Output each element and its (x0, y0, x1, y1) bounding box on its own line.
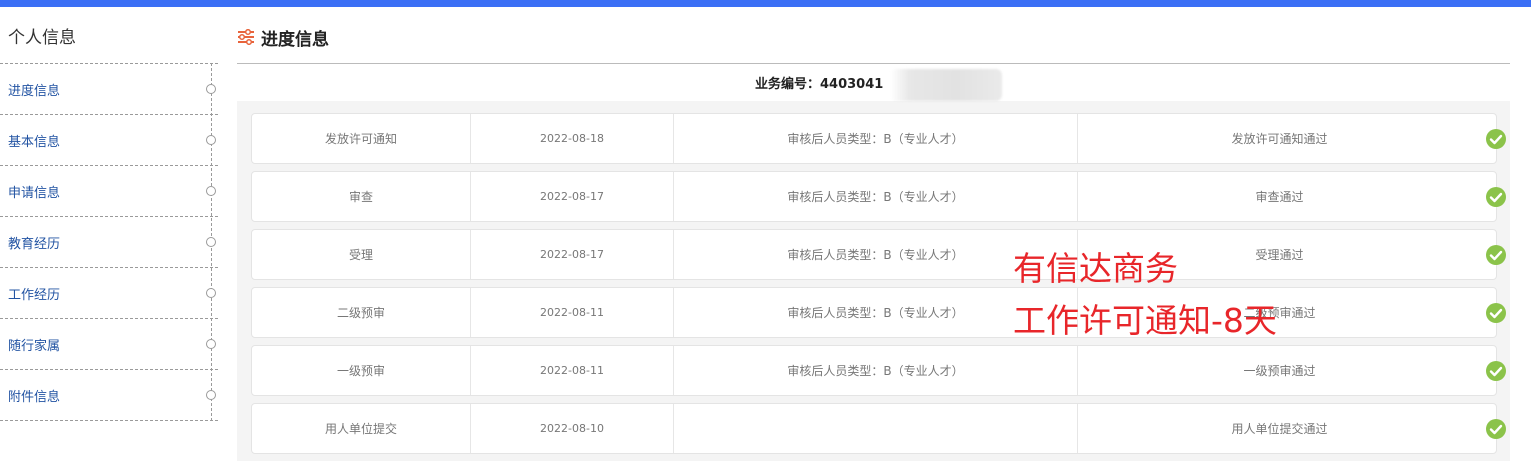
stage-detail: 审核后人员类型：B（专业人才） (673, 230, 1077, 279)
sidebar-item-label: 随行家属 (8, 339, 61, 354)
progress-row: 一级预审 2022-08-11 审核后人员类型：B（专业人才） 一级预审通过 (251, 345, 1506, 396)
stage-date: 2022-08-11 (470, 288, 673, 337)
sidebar-item-label: 工作经历 (8, 288, 61, 303)
stage-date: 2022-08-18 (470, 114, 673, 163)
progress-row: 用人单位提交 2022-08-10 用人单位提交通过 (251, 403, 1506, 454)
check-circle-icon (1485, 418, 1507, 440)
main-header: 进度信息 (237, 22, 329, 52)
stage-result: 用人单位提交通过 (1077, 404, 1481, 453)
stage-name: 审查 (348, 190, 373, 204)
stage-detail: 审核后人员类型：B（专业人才） (673, 346, 1077, 395)
sidebar-item-label: 附件信息 (8, 390, 61, 405)
sidebar-title: 个人信息 (8, 28, 76, 48)
timeline-dot-icon (206, 390, 216, 400)
progress-row: 受理 2022-08-17 审核后人员类型：B（专业人才） 受理通过 (251, 229, 1506, 280)
stage-detail: 审核后人员类型：B（专业人才） (673, 172, 1077, 221)
stage-date: 2022-08-17 (470, 172, 673, 221)
business-number: 业务编号：4403041 (755, 77, 884, 92)
progress-row: 发放许可通知 2022-08-18 审核后人员类型：B（专业人才） 发放许可通知… (251, 113, 1506, 164)
sidebar-item-label: 进度信息 (8, 84, 61, 99)
stage-name: 用人单位提交 (324, 422, 397, 436)
sidebar-item-label: 基本信息 (8, 135, 61, 150)
sidebar-item-attachments[interactable]: 附件信息 (0, 370, 218, 421)
stage-result: 发放许可通知通过 (1077, 114, 1481, 163)
stage-detail: 审核后人员类型：B（专业人才） (673, 114, 1077, 163)
timeline-dot-icon (206, 135, 216, 145)
timeline-dot-icon (206, 237, 216, 247)
stage-result: 二级预审通过 (1077, 288, 1481, 337)
stage-name: 一级预审 (336, 364, 385, 378)
check-circle-icon (1485, 128, 1507, 150)
stage-date: 2022-08-17 (470, 230, 673, 279)
progress-panel: 发放许可通知 2022-08-18 审核后人员类型：B（专业人才） 发放许可通知… (237, 101, 1510, 461)
check-circle-icon (1485, 244, 1507, 266)
sidebar-item-education[interactable]: 教育经历 (0, 217, 218, 268)
stage-result: 审查通过 (1077, 172, 1481, 221)
sidebar-item-progress[interactable]: 进度信息 (0, 64, 218, 115)
sidebar-item-work[interactable]: 工作经历 (0, 268, 218, 319)
check-circle-icon (1485, 360, 1507, 382)
timeline-dot-icon (206, 339, 216, 349)
progress-row: 二级预审 2022-08-11 审核后人员类型：B（专业人才） 二级预审通过 (251, 287, 1506, 338)
stage-result: 一级预审通过 (1077, 346, 1481, 395)
timeline-dot-icon (206, 186, 216, 196)
sidebar-item-basic[interactable]: 基本信息 (0, 115, 218, 166)
sidebar-item-label: 申请信息 (8, 186, 61, 201)
top-accent-bar (0, 0, 1531, 7)
sidebar-item-label: 教育经历 (8, 237, 61, 252)
stage-detail (673, 404, 1077, 453)
sidebar-item-application[interactable]: 申请信息 (0, 166, 218, 217)
stage-detail: 审核后人员类型：B（专业人才） (673, 288, 1077, 337)
stage-name: 受理 (348, 248, 373, 262)
stage-name: 发放许可通知 (324, 132, 397, 146)
progress-row: 审查 2022-08-17 审核后人员类型：B（专业人才） 审查通过 (251, 171, 1506, 222)
sidebar: 个人信息 进度信息 基本信息 申请信息 教育经历 工作经历 随行家属 附件信息 (0, 7, 218, 461)
check-circle-icon (1485, 186, 1507, 208)
header-divider (237, 63, 1510, 64)
stage-name: 二级预审 (336, 306, 385, 320)
sidebar-item-family[interactable]: 随行家属 (0, 319, 218, 370)
redaction-blur (890, 69, 1002, 101)
timeline-dot-icon (206, 84, 216, 94)
timeline-dot-icon (206, 288, 216, 298)
sidebar-list: 进度信息 基本信息 申请信息 教育经历 工作经历 随行家属 附件信息 (0, 63, 218, 421)
stage-result: 受理通过 (1077, 230, 1481, 279)
stage-date: 2022-08-10 (470, 404, 673, 453)
stage-date: 2022-08-11 (470, 346, 673, 395)
sliders-icon (237, 29, 255, 45)
page-title: 进度信息 (261, 29, 329, 50)
check-circle-icon (1485, 302, 1507, 324)
